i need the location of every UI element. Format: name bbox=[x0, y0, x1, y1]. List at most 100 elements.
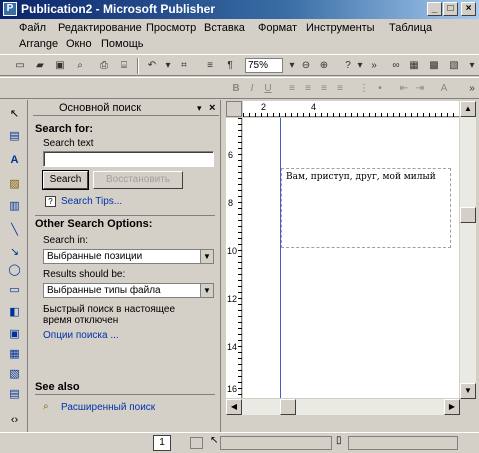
results-type-select[interactable]: Выбранные типы файла ▼ bbox=[43, 283, 214, 298]
menu-help[interactable]: Помощь bbox=[101, 37, 144, 52]
more-tools-icon[interactable]: ‹› bbox=[6, 412, 23, 428]
fast-search-note: Быстрый поиск в настоящее время отключен bbox=[43, 304, 176, 326]
toolbar-options-icon[interactable]: » bbox=[366, 58, 382, 73]
italic-icon[interactable]: I bbox=[244, 81, 260, 96]
search-in-select[interactable]: Выбранные позиции ▼ bbox=[43, 249, 214, 264]
align-center-icon[interactable]: ≡ bbox=[300, 81, 316, 96]
justify-icon[interactable]: ≡ bbox=[332, 81, 348, 96]
page-navigator[interactable]: 1 bbox=[153, 435, 171, 451]
ruler-corner[interactable] bbox=[226, 101, 242, 117]
zoom-combo[interactable]: 75% bbox=[245, 58, 283, 73]
line-icon[interactable]: ╲ bbox=[6, 222, 23, 238]
zoom-out-icon[interactable]: ⊖ bbox=[298, 58, 314, 73]
search-tips-link[interactable]: Search Tips... bbox=[61, 196, 122, 207]
ruler-label: 2 bbox=[261, 102, 267, 112]
align-right-icon[interactable]: ≡ bbox=[316, 81, 332, 96]
wordart-icon[interactable]: A bbox=[6, 152, 23, 168]
ruler-label: 14 bbox=[227, 342, 238, 352]
new-document-icon[interactable]: ▭ bbox=[12, 58, 28, 73]
horizontal-scrollbar[interactable]: ◀ ▶ bbox=[226, 399, 460, 415]
bullets-icon[interactable]: • bbox=[372, 81, 388, 96]
horizontal-scroll-thumb[interactable] bbox=[280, 399, 296, 415]
decrease-indent-icon[interactable]: ⇤ bbox=[396, 81, 412, 96]
toolbar-options-icon[interactable]: » bbox=[464, 81, 479, 96]
ruler-label: 16 bbox=[227, 384, 238, 394]
search-button[interactable]: Search bbox=[42, 170, 89, 190]
format-painter-icon[interactable]: ⌗ bbox=[176, 58, 192, 73]
zoom-in-icon[interactable]: ⊕ bbox=[316, 58, 332, 73]
form-control-icon[interactable]: ▦ bbox=[6, 346, 23, 362]
pane-menu-icon[interactable]: ▾ bbox=[197, 101, 202, 116]
document-canvas[interactable]: Вам, приступ, друг, мой милый bbox=[243, 118, 459, 398]
picture-icon[interactable]: ▩ bbox=[426, 58, 442, 73]
arrow-icon[interactable]: ↘ bbox=[6, 244, 23, 260]
shape-icon[interactable]: ▧ bbox=[446, 58, 462, 73]
task-pane-title: Основной поиск bbox=[59, 102, 142, 114]
title-bar[interactable]: P Publication2 - Microsoft Publisher _ □… bbox=[0, 0, 479, 19]
close-button[interactable]: × bbox=[461, 2, 476, 16]
ruler-label: 8 bbox=[228, 198, 234, 208]
increase-indent-icon[interactable]: ⇥ bbox=[412, 81, 428, 96]
menu-table[interactable]: Таблица bbox=[389, 21, 432, 36]
vertical-scrollbar[interactable]: ▲ ▼ bbox=[460, 101, 476, 399]
menu-view[interactable]: Просмотр bbox=[146, 21, 196, 36]
columns-icon[interactable]: ≡ bbox=[202, 58, 218, 73]
standard-toolbar: ▭ ▰ ▣ ⌕ ⎙ ⌸ ↶ ▾ ⌗ ≡ ¶ 75% ▾ ⊖ ⊕ ? ▾ » ∞ … bbox=[0, 54, 479, 76]
menu-edit[interactable]: Редактирование bbox=[58, 21, 142, 36]
numbering-icon[interactable]: ⋮ bbox=[356, 81, 372, 96]
ruler-label: 10 bbox=[227, 246, 238, 256]
print-icon[interactable]: ⎙ bbox=[96, 58, 112, 73]
chevron-down-icon[interactable]: ▼ bbox=[200, 250, 213, 263]
menu-format[interactable]: Формат bbox=[258, 21, 297, 36]
menu-tools[interactable]: Инструменты bbox=[306, 21, 375, 36]
html-fragment-icon[interactable]: ▧ bbox=[6, 366, 23, 382]
link-icon[interactable]: ∞ bbox=[388, 58, 404, 73]
design-gallery-icon[interactable]: ▤ bbox=[6, 386, 23, 402]
underline-icon[interactable]: U bbox=[260, 81, 276, 96]
open-folder-icon[interactable]: ▰ bbox=[32, 58, 48, 73]
vertical-scroll-thumb[interactable] bbox=[460, 207, 476, 223]
restore-button[interactable]: Восстановить bbox=[93, 171, 183, 189]
vertical-ruler[interactable]: 6 8 10 12 14 16 bbox=[226, 118, 242, 398]
align-left-icon[interactable]: ≡ bbox=[284, 81, 300, 96]
dropdown-arrow-icon[interactable]: ▾ bbox=[160, 58, 176, 73]
search-options-link[interactable]: Опции поиска ... bbox=[43, 330, 119, 341]
paragraph-icon[interactable]: ¶ bbox=[222, 58, 238, 73]
table-icon[interactable]: ▦ bbox=[406, 58, 422, 73]
chevron-down-icon[interactable]: ▼ bbox=[200, 284, 213, 297]
print-preview-icon[interactable]: ⌸ bbox=[116, 58, 132, 73]
close-icon[interactable]: × bbox=[209, 101, 215, 116]
menu-insert[interactable]: Вставка bbox=[204, 21, 245, 36]
save-icon[interactable]: ▣ bbox=[52, 58, 68, 73]
search-text-input[interactable] bbox=[43, 151, 214, 167]
maximize-button[interactable]: □ bbox=[443, 2, 458, 16]
menu-arrange[interactable]: Arrange bbox=[19, 37, 58, 52]
publisher-icon[interactable]: P bbox=[3, 2, 17, 16]
menu-file[interactable]: Файл bbox=[19, 21, 46, 36]
autoshapes-icon[interactable]: ◧ bbox=[6, 304, 23, 320]
divider bbox=[35, 394, 215, 395]
menu-window[interactable]: Окно bbox=[66, 37, 92, 52]
scroll-down-icon[interactable]: ▼ bbox=[460, 383, 476, 399]
hotspot-icon[interactable]: ▣ bbox=[6, 326, 23, 342]
scroll-right-icon[interactable]: ▶ bbox=[444, 399, 460, 415]
text-frame[interactable]: Вам, приступ, друг, мой милый bbox=[281, 168, 451, 248]
picture-frame-icon[interactable]: ▨ bbox=[6, 176, 23, 192]
scroll-up-icon[interactable]: ▲ bbox=[460, 101, 476, 117]
oval-icon[interactable]: ◯ bbox=[6, 262, 23, 278]
scroll-left-icon[interactable]: ◀ bbox=[226, 399, 242, 415]
minimize-button[interactable]: _ bbox=[427, 2, 442, 16]
bold-icon[interactable]: B bbox=[228, 81, 244, 96]
select-pointer-icon[interactable]: ↖ bbox=[6, 106, 23, 122]
text-box-icon[interactable]: ▤ bbox=[6, 128, 23, 144]
advanced-search-link[interactable]: Расширенный поиск bbox=[61, 402, 155, 413]
ruler-label: 12 bbox=[227, 294, 238, 304]
menu-bar: Файл Редактирование Просмотр Вставка Фор… bbox=[0, 19, 479, 53]
dropdown-arrow-icon[interactable]: ▾ bbox=[464, 58, 479, 73]
clip-art-icon[interactable]: ▥ bbox=[6, 198, 23, 214]
font-color-icon[interactable]: A bbox=[436, 81, 452, 96]
horizontal-ruler[interactable]: 2 4 bbox=[243, 101, 459, 117]
search-document-icon[interactable]: ⌕ bbox=[72, 58, 88, 73]
rectangle-icon[interactable]: ▭ bbox=[6, 282, 23, 298]
undo-icon[interactable]: ↶ bbox=[144, 58, 160, 73]
